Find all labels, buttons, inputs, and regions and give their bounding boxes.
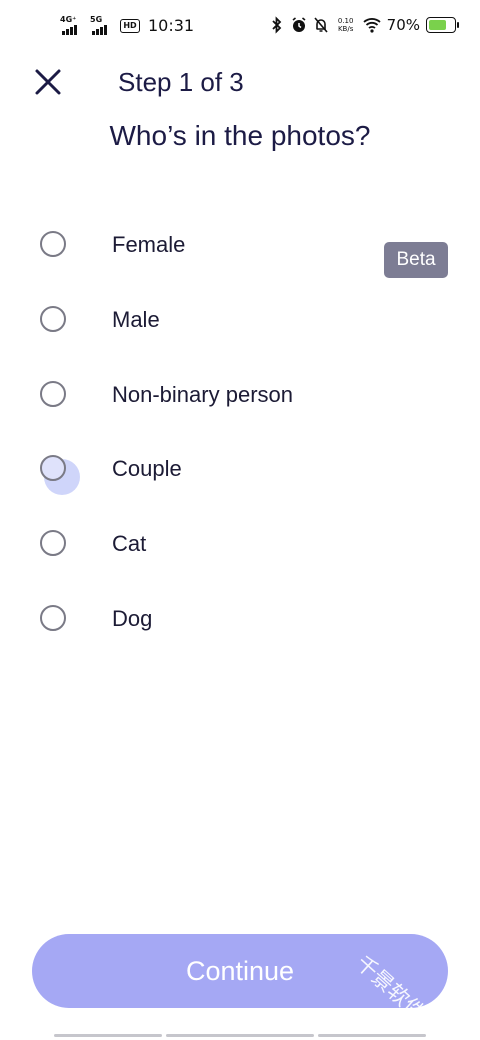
status-bar: 4G⁺ 5G HD 10:31 0.10 KB/s 70% xyxy=(0,0,480,52)
battery-icon xyxy=(426,17,459,33)
battery-fill xyxy=(429,20,446,30)
option-couple[interactable]: Couple xyxy=(0,432,480,502)
nav-indicator xyxy=(318,1034,426,1037)
option-label: Female xyxy=(112,232,186,257)
option-label: Non-binary person xyxy=(112,382,293,407)
wifi-icon xyxy=(363,18,381,33)
option-label: Couple xyxy=(112,456,182,481)
option-male[interactable]: Male xyxy=(0,283,480,353)
clock: 10:31 xyxy=(148,16,195,35)
close-icon[interactable] xyxy=(32,66,64,98)
step-indicator: Step 1 of 3 xyxy=(118,67,244,97)
hd-voice-icon: HD xyxy=(120,19,140,33)
network-speed-unit: KB/s xyxy=(337,25,354,33)
status-left: 4G⁺ 5G HD 10:31 xyxy=(60,15,194,37)
mute-bell-icon xyxy=(314,17,328,33)
bluetooth-icon xyxy=(272,16,281,34)
option-label: Cat xyxy=(112,531,147,556)
network-label-1: 4G⁺ xyxy=(60,15,77,24)
network-speed: 0.10 KB/s xyxy=(335,17,357,33)
signal-5g-icon: 5G xyxy=(90,15,114,37)
status-right: 0.10 KB/s 70% xyxy=(269,16,459,34)
battery-percent: 70% xyxy=(386,16,420,34)
option-label: Male xyxy=(112,307,160,332)
alarm-icon xyxy=(292,17,306,32)
radio-button[interactable] xyxy=(40,530,66,556)
radio-button[interactable] xyxy=(40,455,66,481)
option-label: Dog xyxy=(112,606,153,631)
network-speed-value: 0.10 xyxy=(337,17,354,25)
option-cat[interactable]: Cat xyxy=(0,507,480,577)
option-non-binary[interactable]: Non-binary person xyxy=(0,358,480,428)
page-title: Who’s in the photos? xyxy=(109,120,371,151)
screen: 4G⁺ 5G HD 10:31 0.10 KB/s 70% Step 1 of … xyxy=(0,0,480,1040)
radio-button[interactable] xyxy=(40,306,66,332)
nav-indicator xyxy=(54,1034,162,1037)
nav-indicator xyxy=(166,1034,314,1037)
beta-badge: Beta xyxy=(384,242,448,278)
radio-button[interactable] xyxy=(40,231,66,257)
radio-button[interactable] xyxy=(40,381,66,407)
radio-button[interactable] xyxy=(40,605,66,631)
option-dog[interactable]: Dog xyxy=(0,582,480,652)
continue-label: Continue xyxy=(185,956,295,986)
network-label-2: 5G xyxy=(90,15,103,24)
signal-4g-icon: 4G⁺ xyxy=(60,15,84,37)
